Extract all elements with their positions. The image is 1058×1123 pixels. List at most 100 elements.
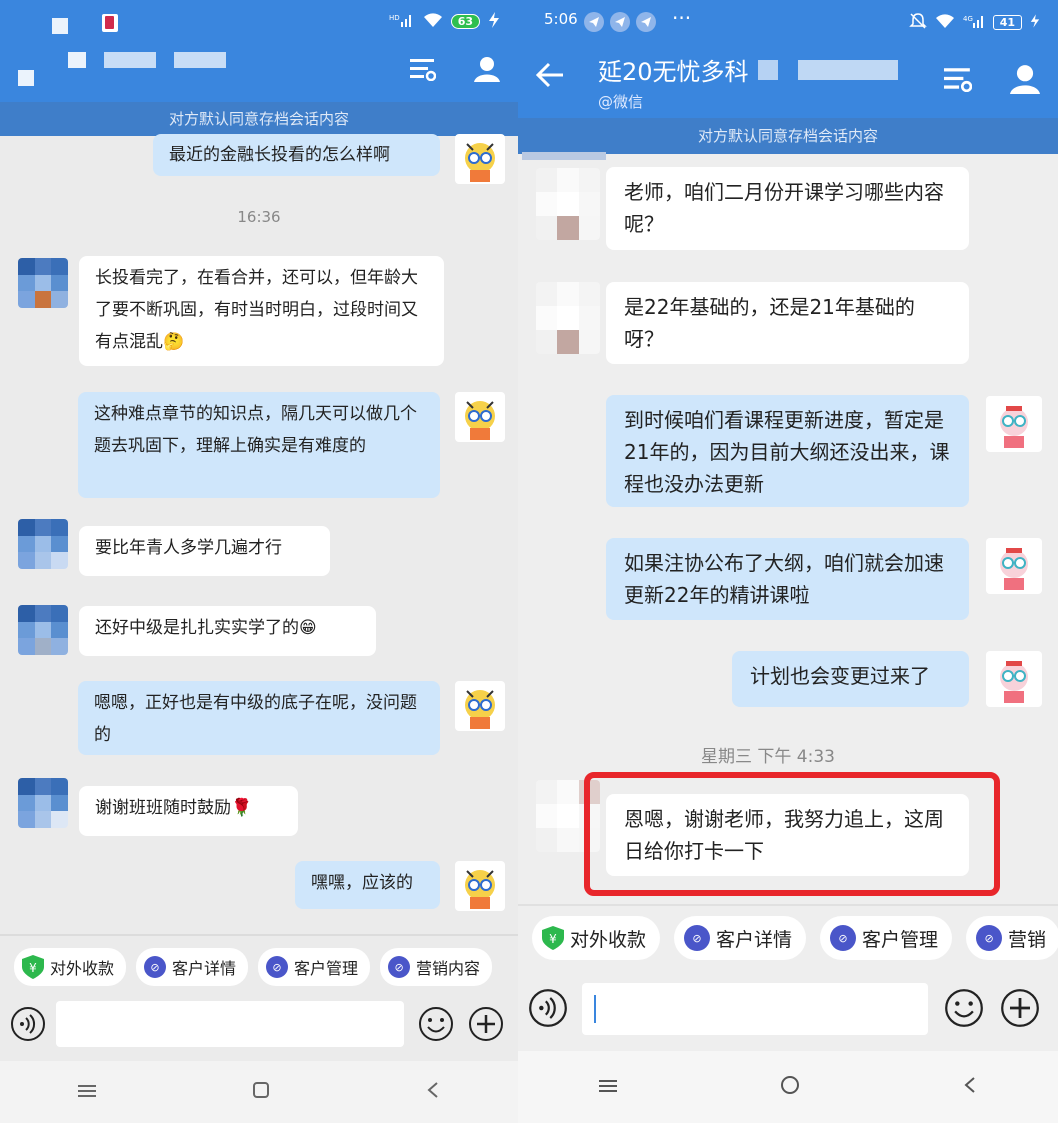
- timestamp: 星期三 下午 4:33: [701, 747, 835, 767]
- customer-details-icon: ⊘: [684, 925, 711, 951]
- message-bubble-out[interactable]: 这种难点章节的知识点，隔几天可以做几个题去巩固下，理解上确实是有难度的: [78, 392, 440, 498]
- back-arrow-icon[interactable]: [535, 62, 564, 92]
- signal-icon: HD: [389, 12, 415, 31]
- quick-customer-management[interactable]: ⊘ 客户管理: [258, 948, 371, 986]
- customer-management-icon: ⊘: [266, 956, 289, 978]
- chat-title: 延20无忧多科: [598, 58, 749, 86]
- input-bar: [518, 978, 1058, 1044]
- mute-icon: [908, 12, 927, 33]
- my-avatar[interactable]: [455, 392, 505, 442]
- add-attachment-icon[interactable]: [468, 1006, 504, 1046]
- left-chat-screen: HD 63 对方默认同意存档会话内容 最近的金融长投看的怎么样啊 16:36 长…: [0, 0, 518, 1123]
- customer-details-icon: ⊘: [144, 956, 167, 978]
- voice-input-icon[interactable]: [528, 988, 568, 1032]
- my-avatar[interactable]: [455, 681, 505, 731]
- message-bubble-out[interactable]: 嗯嗯，正好也是有中级的底子在呢，没问题的: [78, 681, 440, 755]
- marketing-content-icon: ⊘: [976, 925, 1003, 951]
- emoji-icon[interactable]: [418, 1006, 454, 1046]
- home-nav-icon[interactable]: [780, 1075, 800, 1099]
- divider: [0, 934, 518, 936]
- payment-shield-icon: ¥: [542, 926, 564, 950]
- my-avatar[interactable]: [986, 538, 1042, 594]
- message-bubble-out[interactable]: 嘿嘿，应该的: [295, 861, 440, 909]
- divider: [518, 904, 1058, 906]
- emoji-icon[interactable]: [944, 988, 984, 1032]
- status-icons: 4G 41: [908, 12, 1040, 33]
- menu-nav-icon[interactable]: [599, 1078, 618, 1097]
- quick-customer-details[interactable]: ⊘ 客户详情: [674, 916, 807, 960]
- my-avatar[interactable]: [986, 396, 1042, 452]
- payment-shield-icon: ¥: [22, 955, 44, 979]
- contact-avatar[interactable]: [536, 168, 600, 240]
- notification-icons: [584, 12, 656, 32]
- chat-menu-icon[interactable]: [944, 66, 973, 96]
- signal-icon: 4G: [963, 13, 985, 32]
- contact-avatar[interactable]: [18, 519, 68, 569]
- quick-external-payment[interactable]: ¥ 对外收款: [14, 948, 127, 986]
- profile-icon[interactable]: [474, 56, 500, 86]
- quick-actions: ¥ 对外收款 ⊘ 客户详情 ⊘ 客户管理 ⊘ 营销: [518, 916, 1058, 960]
- message-bubble-out[interactable]: 到时候咱们看课程更新进度，暂定是21年的，因为目前大纲还没出来，课程也没办法更新: [606, 395, 969, 507]
- quick-marketing-content[interactable]: ⊘ 营销: [966, 916, 1058, 960]
- input-bar: [0, 996, 518, 1056]
- highlight-annotation-box: [584, 772, 1000, 896]
- voice-input-icon[interactable]: [10, 1006, 46, 1046]
- message-bubble-in[interactable]: 是22年基础的，还是21年基础的呀？: [606, 282, 969, 364]
- svg-text:¥: ¥: [549, 932, 557, 946]
- my-avatar[interactable]: [455, 861, 505, 911]
- quick-external-payment[interactable]: ¥ 对外收款: [532, 916, 661, 960]
- telegram-icon: [584, 12, 604, 32]
- wifi-icon: [423, 12, 443, 31]
- system-nav-bar: [0, 1061, 518, 1123]
- telegram-icon: [636, 12, 656, 32]
- home-nav-icon[interactable]: [252, 1081, 270, 1103]
- quick-actions: ¥ 对外收款 ⊘ 客户详情 ⊘ 客户管理 ⊘ 营销内容: [0, 948, 518, 986]
- my-avatar[interactable]: [986, 651, 1042, 707]
- message-bubble-in[interactable]: 谢谢班班随时鼓励🌹: [79, 786, 298, 836]
- message-bubble-in[interactable]: 老师，咱们二月份开课学习哪些内容呢？: [606, 167, 969, 250]
- battery-indicator: 41: [992, 15, 1022, 30]
- blurred-avatar: [18, 70, 34, 86]
- archive-notice: 对方默认同意存档会话内容: [518, 118, 1058, 154]
- message-input[interactable]: [56, 1001, 404, 1047]
- blurred-title-part: [68, 52, 86, 68]
- contact-avatar[interactable]: [536, 282, 600, 354]
- message-bubble-out[interactable]: 最近的金融长投看的怎么样啊: [153, 134, 440, 176]
- my-avatar[interactable]: [455, 134, 505, 184]
- message-bubble-in[interactable]: 长投看完了，在看合并，还可以，但年龄大了要不断巩固，有时当时明白，过段时间又有点…: [79, 256, 444, 366]
- quick-marketing-content[interactable]: ⊘ 营销内容: [380, 948, 493, 986]
- status-time: 5:06: [544, 10, 578, 28]
- blurred-title-part: [104, 52, 156, 68]
- battery-indicator: 63: [450, 14, 480, 29]
- message-bubble-in[interactable]: 要比年青人多学几遍才行: [79, 526, 330, 576]
- back-nav-icon[interactable]: [426, 1081, 440, 1103]
- message-bubble-out[interactable]: 如果注协公布了大纲，咱们就会加速更新22年的精讲课啦: [606, 538, 969, 620]
- blurred-title-part: [758, 60, 778, 80]
- marketing-content-icon: ⊘: [388, 956, 411, 978]
- chat-menu-icon[interactable]: [410, 57, 437, 85]
- chat-header: HD 63: [0, 0, 518, 102]
- right-chat-screen: 5:06 ··· 4G 41 延20无忧多科 @微信 对方默认同意存档会话内容 …: [518, 0, 1058, 1123]
- quick-customer-management[interactable]: ⊘ 客户管理: [820, 916, 953, 960]
- quick-customer-details[interactable]: ⊘ 客户详情: [136, 948, 249, 986]
- svg-text:HD: HD: [389, 14, 400, 22]
- blurred-title-part: [798, 60, 898, 80]
- charging-icon: [488, 12, 500, 31]
- add-attachment-icon[interactable]: [1000, 988, 1040, 1032]
- message-bubble-in[interactable]: 还好中级是扎扎实实学了的😁: [79, 606, 376, 656]
- profile-icon[interactable]: [1010, 64, 1040, 98]
- contact-avatar[interactable]: [18, 778, 68, 828]
- blurred-status-icon: [52, 18, 68, 34]
- telegram-icon: [610, 12, 630, 32]
- contact-avatar[interactable]: [18, 258, 68, 308]
- customer-management-icon: ⊘: [830, 925, 857, 951]
- status-icons: HD 63: [389, 12, 500, 31]
- back-nav-icon[interactable]: [963, 1076, 977, 1098]
- archive-notice: 对方默认同意存档会话内容: [0, 102, 518, 136]
- message-bubble-out[interactable]: 计划也会变更过来了: [732, 651, 969, 707]
- app-notification-icon: [102, 14, 118, 32]
- message-input[interactable]: [582, 983, 928, 1035]
- menu-nav-icon[interactable]: [78, 1083, 96, 1102]
- chat-header: 5:06 ··· 4G 41 延20无忧多科 @微信: [518, 0, 1058, 118]
- contact-avatar[interactable]: [18, 605, 68, 655]
